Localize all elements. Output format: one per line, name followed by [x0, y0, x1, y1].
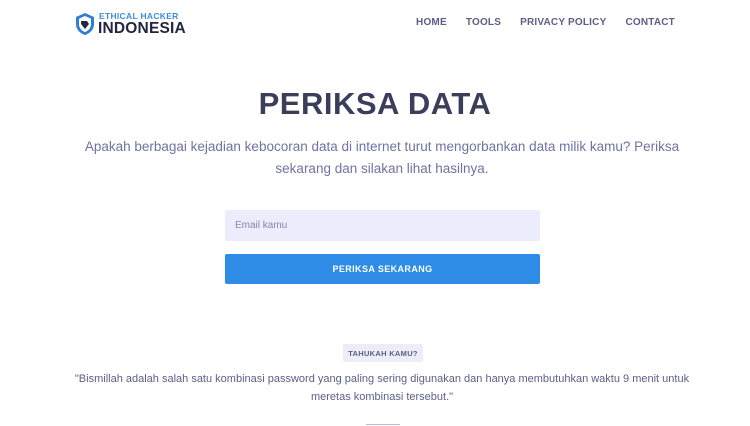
nav-privacy-policy[interactable]: PRIVACY POLICY: [520, 17, 606, 28]
did-you-know-badge: TAHUKAH KAMU?: [343, 344, 423, 362]
site-header: ETHICAL HACKER INDONESIA HOME TOOLS PRIV…: [0, 0, 750, 48]
nav-home[interactable]: HOME: [416, 17, 447, 28]
hero-description: Apakah berbagai kejadian kebocoran data …: [84, 139, 680, 176]
page-title: PERIKSA DATA: [258, 86, 492, 121]
shield-logo-icon: [76, 13, 94, 35]
email-input[interactable]: [225, 210, 540, 241]
page: ETHICAL HACKER INDONESIA HOME TOOLS PRIV…: [0, 0, 750, 426]
logo-line1: ETHICAL HACKER: [99, 10, 179, 21]
check-now-button[interactable]: PERIKSA SEKARANG: [225, 254, 540, 284]
logo-line2: INDONESIA: [98, 20, 186, 37]
divider: [366, 424, 400, 425]
nav-tools[interactable]: TOOLS: [466, 17, 501, 28]
site-logo[interactable]: ETHICAL HACKER INDONESIA: [74, 10, 194, 38]
logo-text: ETHICAL HACKER INDONESIA: [98, 10, 186, 37]
tip-text: "Bismillah adalah salah satu kombinasi p…: [74, 373, 690, 403]
main-nav: HOME TOOLS PRIVACY POLICY CONTACT: [416, 17, 675, 28]
nav-contact[interactable]: CONTACT: [625, 17, 675, 28]
